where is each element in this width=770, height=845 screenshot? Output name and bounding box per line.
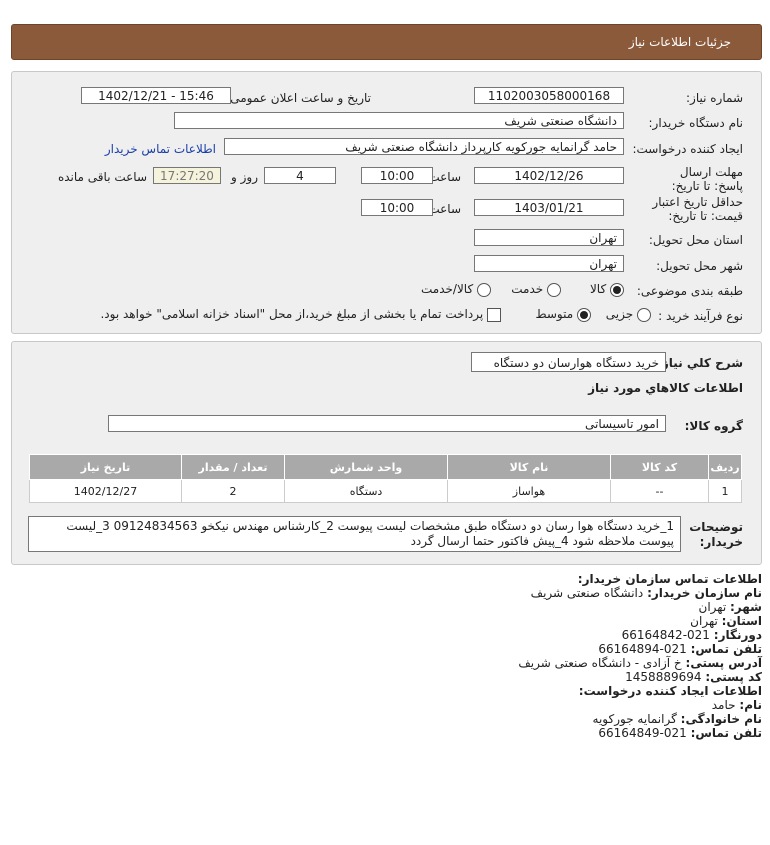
contact-line-org: نام سازمان خریدار: دانشگاه صنعتی شریف (530, 586, 762, 600)
col-name-header: نام کالا (447, 454, 611, 480)
table-row: 1 -- هواساز دستگاه 2 1402/12/27 (29, 479, 742, 503)
page-header: جزئیات اطلاعات نیاز (11, 24, 762, 60)
cell-name: هواساز (447, 479, 611, 503)
category-service-option[interactable]: خدمت (511, 282, 561, 297)
city-label: شهر محل تحویل: (656, 259, 743, 273)
validity-date-field: 1403/01/21 (474, 199, 624, 216)
city-field: تهران (474, 255, 624, 272)
validity-time-field: 10:00 (361, 199, 433, 216)
category-both-option[interactable]: کالا/خدمت (421, 282, 491, 297)
goods-group-field: امور تاسیساتی (108, 415, 666, 432)
buyer-org-field: دانشگاه صنعتی شریف (174, 112, 624, 129)
radio-medium-icon[interactable] (577, 307, 591, 322)
contact-info-title: اطلاعات تماس سازمان خریدار: (577, 572, 762, 586)
buyer-notes-field: 1_خرید دستگاه هوا رسان دو دستگاه طبق مشخ… (28, 516, 681, 552)
buyer-notes-label: توضیحات خریدار: (689, 520, 743, 549)
page-title: جزئیات اطلاعات نیاز (628, 35, 731, 49)
validity-label: حداقل تاریخ اعتبار قیمت: تا تاریخ: (652, 195, 743, 223)
radio-both-icon[interactable] (477, 282, 491, 297)
contact-line-province: استان: تهران (690, 614, 762, 628)
cell-unit: دستگاه (284, 479, 448, 503)
deadline-time-label: ساعت (428, 170, 461, 184)
announce-value: 1402/12/21 - 15:46 (98, 89, 214, 103)
purchase-medium-option[interactable]: متوسط (535, 307, 591, 322)
cell-date: 1402/12/27 (29, 479, 182, 503)
cell-qty: 2 (181, 479, 285, 503)
col-code-header: کد کالا (610, 454, 709, 480)
category-label: طبقه بندی موضوعی: (636, 284, 743, 298)
purchase-type-label: نوع فرآیند خرید : (658, 309, 743, 323)
contact-line-address: آدرس پستی: خ آزادی - دانشگاه صنعتی شریف (518, 656, 762, 670)
treasury-checkbox[interactable] (487, 307, 501, 322)
contact-line-city: شهر: تهران (698, 600, 762, 614)
goods-table: ردیف کد کالا نام کالا واحد شمارش تعداد /… (29, 454, 742, 503)
days-label: روز و (231, 170, 258, 184)
radio-service-icon[interactable] (547, 282, 561, 297)
buyer-org-label: نام دستگاه خریدار: (648, 116, 744, 130)
purchase-minor-option[interactable]: جزیی (606, 307, 651, 322)
goods-group-label: گروه کالا: (684, 419, 743, 433)
treasury-payment-option[interactable]: پرداخت تمام یا بخشی از مبلغ خرید،از محل … (100, 307, 501, 322)
creator-info-title: اطلاعات ایجاد کننده درخواست: (578, 684, 762, 698)
description-panel: شرح كلي نياز: خرید دستگاه هوارسان دو دست… (11, 341, 762, 565)
general-desc-label: شرح كلي نياز: (657, 356, 743, 370)
province-field: تهران (474, 229, 624, 246)
creator-line-family: نام خانوادگی: گرانمایه جورکویه (592, 712, 762, 726)
buyer-contact-link[interactable]: اطلاعات تماس خریدار (105, 142, 216, 156)
province-label: استان محل تحویل: (648, 233, 743, 247)
deadline-label: مهلت ارسال پاسخ: تا تاریخ: (671, 165, 743, 193)
validity-time-label: ساعت (428, 202, 461, 216)
announce-label: تاریخ و ساعت اعلان عمومی: (226, 91, 371, 105)
goods-info-heading: اطلاعات كالاهاي مورد نياز (588, 381, 743, 395)
creator-field: حامد گرانمایه جورکویه کارپرداز دانشگاه ص… (224, 138, 624, 155)
cell-row: 1 (708, 479, 742, 503)
remaining-time-field: 17:27:20 (153, 167, 221, 184)
deadline-time-field: 10:00 (361, 167, 433, 184)
deadline-date-field: 1402/12/26 (474, 167, 624, 184)
general-desc-field: خرید دستگاه هوارسان دو دستگاه (471, 352, 666, 372)
radio-minor-icon[interactable] (637, 307, 651, 322)
col-qty-header: تعداد / مقدار (181, 454, 285, 480)
col-date-header: تاریخ نیاز (29, 454, 182, 480)
announce-field: 1402/12/21 - 15:46 (81, 87, 231, 104)
creator-line-phone: تلفن تماس: 021-66164849 (598, 726, 762, 740)
need-number-label: شماره نیاز: (686, 91, 743, 105)
cell-code: -- (610, 479, 709, 503)
remaining-label: ساعت باقی مانده (57, 170, 147, 184)
creator-label: ایجاد کننده درخواست: (632, 142, 743, 156)
radio-goods-icon[interactable] (610, 282, 624, 297)
col-row-header: ردیف (708, 454, 742, 480)
contact-line-fax: دورنگار: 021-66164842 (621, 628, 762, 642)
need-number-field: 1102003058000168 (474, 87, 624, 104)
table-header-row: ردیف کد کالا نام کالا واحد شمارش تعداد /… (29, 454, 742, 480)
need-details-panel: شماره نیاز: 1102003058000168 تاریخ و ساع… (11, 71, 762, 334)
col-unit-header: واحد شمارش (284, 454, 448, 480)
creator-line-name: نام: حامد (711, 698, 762, 712)
days-field: 4 (264, 167, 336, 184)
contact-line-postal: کد پستی: 1458889694 (625, 670, 762, 684)
category-goods-option[interactable]: کالا (590, 282, 624, 297)
contact-line-phone: تلفن تماس: 021-66164894 (598, 642, 762, 656)
